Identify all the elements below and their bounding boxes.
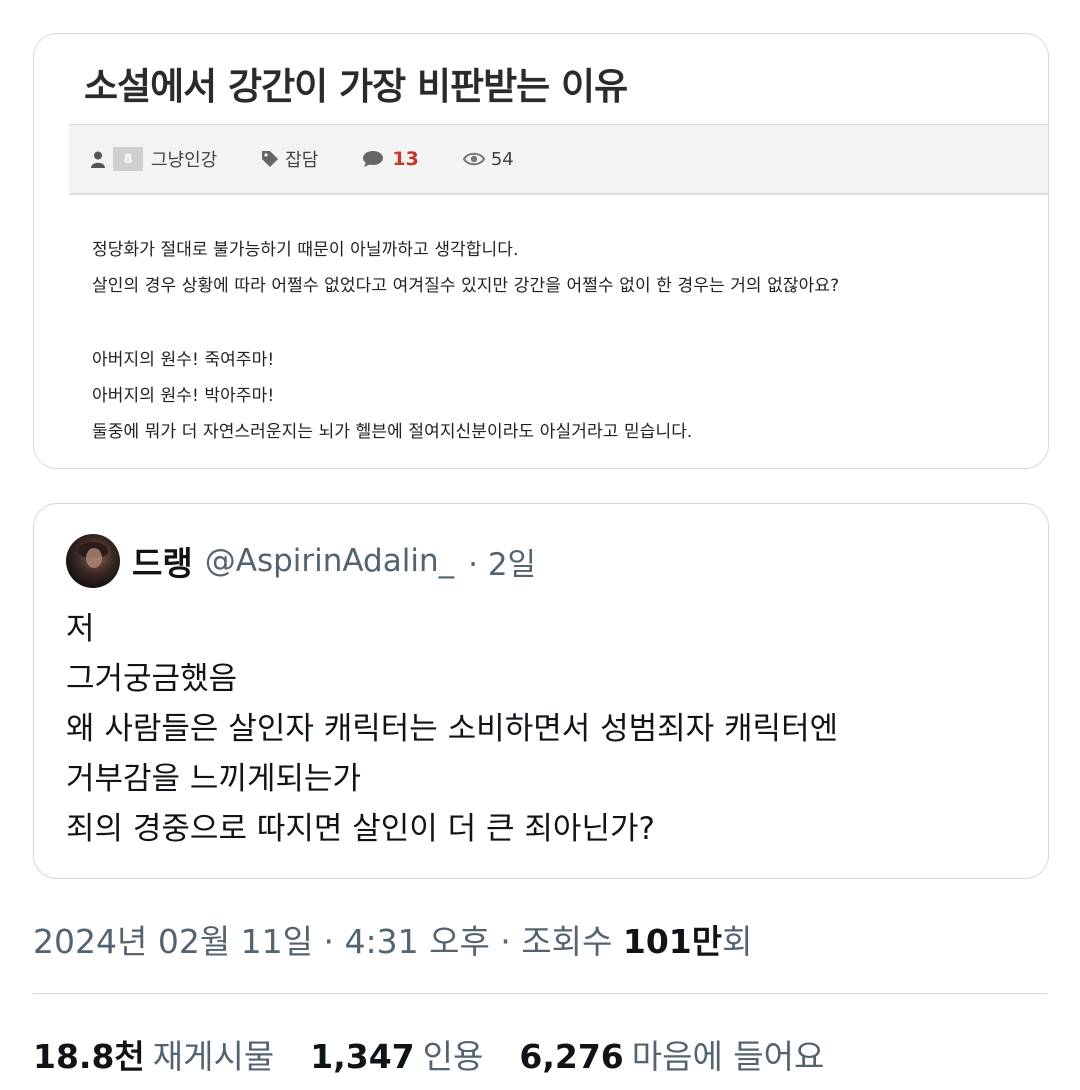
quotes-stat[interactable]: 1,347 인용 — [310, 1030, 483, 1078]
quotes-count: 1,347 — [310, 1037, 415, 1076]
view-count-number: 101만 — [622, 922, 723, 961]
quoted-tweet-header: 드랭 @AspirinAdalin_ · 2일 — [66, 534, 536, 588]
category-label: 잡담 — [285, 150, 319, 171]
quoted-text-line: 저 — [66, 611, 95, 647]
quotes-label: 인용 — [422, 1037, 484, 1076]
post-body-line: 아버지의 원수! 박아주마! — [92, 386, 275, 406]
forum-post-card[interactable]: 소설에서 강간이 가장 비판받는 이유 8 그냥인강 잡담 13 54 정당화가… — [33, 33, 1049, 469]
quoted-text-line: 거부감을 느끼게되는가 — [66, 761, 362, 797]
avatar[interactable] — [66, 534, 120, 588]
post-meta-bar: 8 그냥인강 잡담 13 54 — [69, 124, 1048, 195]
tweet-timestamp[interactable]: 2024년 02월 11일 · 4:31 오후 · 조회수 — [33, 922, 623, 961]
comment-icon — [363, 151, 384, 167]
user-icon — [91, 151, 105, 168]
view-info: 54 — [462, 148, 514, 170]
quoted-text-line: 그거궁금했음 — [66, 661, 238, 697]
retweets-count: 18.8천 — [33, 1037, 145, 1076]
eye-icon — [462, 152, 485, 166]
post-body-line: 정당화가 절대로 불가능하기 때문이 아닐까하고 생각합니다. — [92, 240, 519, 260]
author-info[interactable]: 8 그냥인강 — [91, 146, 217, 172]
quoted-display-name[interactable]: 드랭 — [132, 537, 193, 585]
tweet-timestamp-views: 2024년 02월 11일 · 4:31 오후 · 조회수 101만회 — [33, 915, 752, 963]
category-info[interactable]: 잡담 — [261, 146, 318, 172]
likes-count: 6,276 — [519, 1037, 624, 1076]
post-body-line: 아버지의 원수! 죽여주마! — [92, 350, 275, 370]
quoted-time[interactable]: · 2일 — [468, 539, 536, 584]
author-name: 그냥인강 — [151, 150, 218, 171]
view-count: 54 — [490, 148, 514, 170]
avatar-face — [86, 548, 102, 568]
quoted-handle[interactable]: @AspirinAdalin_ — [205, 543, 454, 579]
quoted-text-line: 왜 사람들은 살인자 캐릭터는 소비하면서 성범죄자 캐릭터엔 — [66, 711, 839, 747]
engagement-stats: 18.8천 재게시물 1,347 인용 6,276 마음에 들어요 — [33, 1030, 860, 1078]
comment-info[interactable]: 13 — [362, 148, 419, 170]
view-count-suffix: 회 — [722, 922, 753, 961]
comment-count: 13 — [392, 148, 419, 170]
level-badge: 8 — [113, 147, 143, 171]
retweets-stat[interactable]: 18.8천 재게시물 — [33, 1030, 274, 1078]
tag-icon — [262, 151, 279, 167]
likes-stat[interactable]: 6,276 마음에 들어요 — [519, 1030, 824, 1078]
divider — [33, 993, 1047, 994]
retweets-label: 재게시물 — [152, 1037, 275, 1076]
post-body-line: 둘중에 뭐가 더 자연스러운지는 뇌가 헬븐에 절여지신분이라도 아실거라고 믿… — [92, 422, 693, 442]
post-body: 정당화가 절대로 불가능하기 때문이 아닐까하고 생각합니다. 살인의 경우 상… — [92, 232, 839, 450]
post-title: 소설에서 강간이 가장 비판받는 이유 — [84, 65, 628, 108]
post-body-line: 살인의 경우 상황에 따라 어쩔수 없었다고 여겨질수 있지만 강간을 어쩔수 … — [92, 276, 840, 296]
quoted-tweet-text: 저 그거궁금했음 왜 사람들은 살인자 캐릭터는 소비하면서 성범죄자 캐릭터엔… — [66, 604, 838, 854]
likes-label: 마음에 들어요 — [631, 1037, 825, 1076]
quoted-tweet-card[interactable]: 드랭 @AspirinAdalin_ · 2일 저 그거궁금했음 왜 사람들은 … — [33, 503, 1049, 879]
post-body-spacer — [92, 304, 839, 342]
quoted-text-line: 죄의 경중으로 따지면 살인이 더 큰 죄아닌가? — [66, 811, 655, 847]
